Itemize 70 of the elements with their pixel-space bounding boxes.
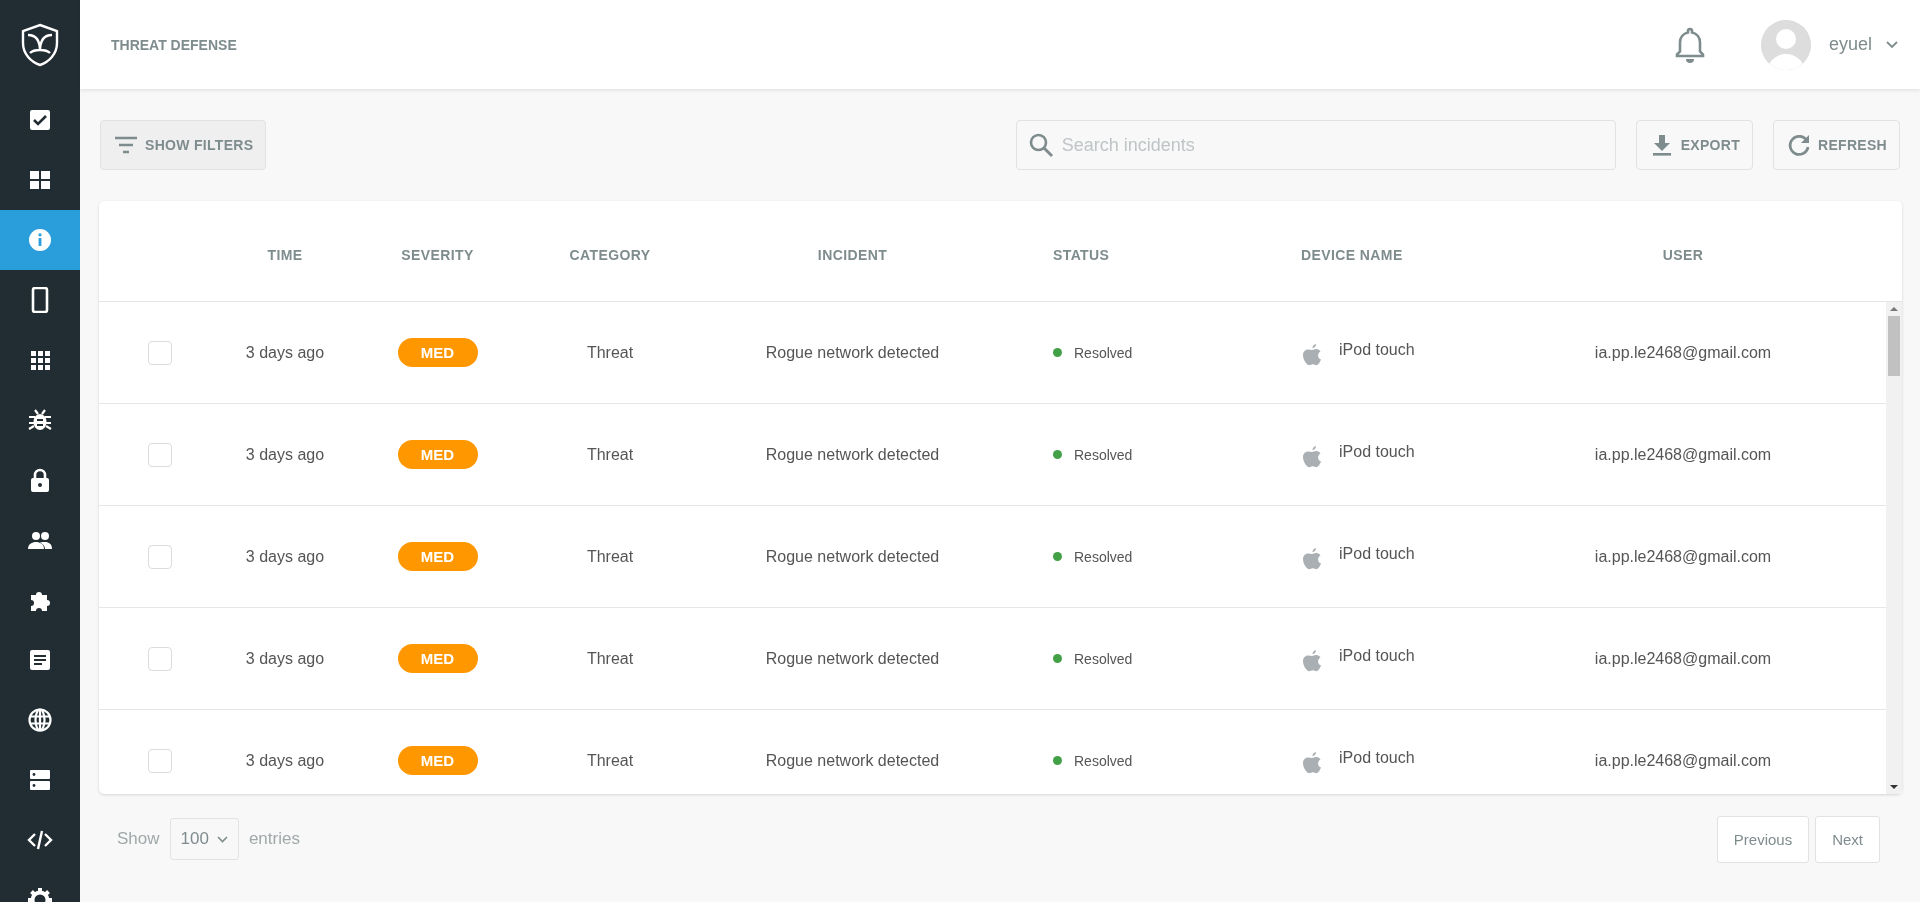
column-header: CATEGORY: [568, 247, 652, 263]
globe-icon: [27, 707, 53, 733]
row-checkbox[interactable]: [147, 340, 172, 365]
page-title: THREAT DEFENSE: [111, 36, 238, 53]
severity-badge: MED: [397, 440, 478, 469]
page-size-dropdown[interactable]: 100: [169, 818, 239, 860]
incident-cell-text: Rogue network detected: [764, 547, 941, 566]
status-text: Resolved: [1074, 548, 1133, 565]
refresh-icon: [1786, 132, 1812, 158]
time-cell-text: 3 days ago: [244, 547, 326, 566]
user-email: ia.pp.le2468@gmail.com: [1593, 343, 1773, 362]
incident-cell-text: Rogue network detected: [764, 649, 941, 668]
entries-label: entries: [248, 829, 300, 849]
user-email: ia.pp.le2468@gmail.com: [1593, 751, 1773, 770]
bug-icon: [27, 407, 53, 433]
status-text: Resolved: [1074, 752, 1133, 769]
severity-badge: MED: [397, 644, 478, 673]
incident-cell-text: Rogue network detected: [764, 751, 941, 770]
severity-badge: MED: [397, 542, 478, 571]
checkbox-icon: [27, 107, 53, 133]
search-field[interactable]: Search incidents: [1015, 120, 1616, 170]
export-button[interactable]: EXPORT: [1635, 120, 1753, 170]
column-header: STATUS: [1052, 247, 1111, 263]
caret-icon: [216, 835, 228, 843]
column-header: USER: [1661, 247, 1705, 263]
status-text: Resolved: [1074, 650, 1133, 667]
device-name: iPod touch: [1339, 748, 1415, 767]
show-filters-button[interactable]: SHOW FILTERS: [100, 120, 267, 170]
scrollbar-thumb[interactable]: [1888, 316, 1900, 376]
column-header: INCIDENT: [816, 247, 889, 263]
next-button[interactable]: Next: [1815, 815, 1880, 863]
category-cell-text: Threat: [585, 751, 635, 770]
server-icon: [27, 767, 53, 793]
time-cell-text: 3 days ago: [244, 751, 326, 770]
device-name: iPod touch: [1339, 544, 1415, 563]
row-checkbox[interactable]: [147, 544, 172, 569]
time-cell-text: 3 days ago: [244, 445, 326, 464]
category-cell-text: Threat: [585, 445, 635, 464]
document-icon: [27, 647, 53, 673]
incident-cell-text: Rogue network detected: [764, 445, 941, 464]
status-text: Resolved: [1074, 344, 1133, 361]
device-name: iPod touch: [1339, 646, 1415, 665]
status-text: Resolved: [1074, 446, 1133, 463]
severity-badge: MED: [397, 338, 478, 367]
caret-icon: [1886, 40, 1898, 49]
device-name: iPod touch: [1339, 442, 1415, 461]
row-checkbox[interactable]: [147, 442, 172, 467]
category-cell-text: Threat: [585, 343, 635, 362]
user-email: ia.pp.le2468@gmail.com: [1593, 649, 1773, 668]
user-email: ia.pp.le2468@gmail.com: [1593, 547, 1773, 566]
scrollbar[interactable]: [1886, 302, 1902, 794]
category-cell-text: Threat: [585, 547, 635, 566]
time-cell-text: 3 days ago: [244, 343, 326, 362]
column-header: DEVICE NAME: [1300, 247, 1404, 263]
row-checkbox[interactable]: [147, 646, 172, 671]
column-header: TIME: [266, 247, 304, 263]
show-label: Show: [117, 829, 160, 849]
category-cell-text: Threat: [585, 649, 635, 668]
column-header: SEVERITY: [400, 247, 475, 263]
time-cell-text: 3 days ago: [244, 649, 326, 668]
info-icon: [27, 227, 53, 253]
device-name: iPod touch: [1339, 340, 1415, 359]
previous-button[interactable]: Previous: [1716, 815, 1810, 863]
row-checkbox[interactable]: [147, 748, 172, 773]
user-name[interactable]: eyuel: [1828, 34, 1872, 55]
shield-logo-icon: [20, 23, 60, 67]
incident-cell-text: Rogue network detected: [764, 343, 941, 362]
user-email: ia.pp.le2468@gmail.com: [1593, 445, 1773, 464]
severity-badge: MED: [397, 746, 478, 775]
refresh-button[interactable]: REFRESH: [1773, 120, 1900, 170]
